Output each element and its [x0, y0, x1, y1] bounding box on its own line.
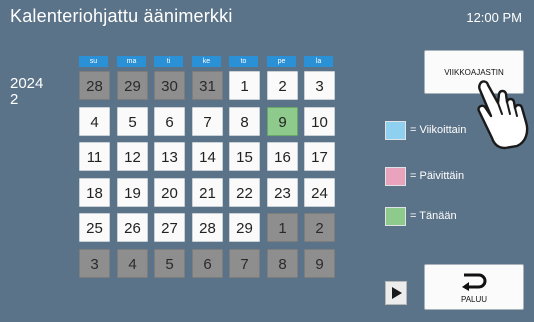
calendar-day[interactable]: 4: [79, 107, 110, 136]
calendar-day[interactable]: 6: [154, 107, 185, 136]
calendar-day[interactable]: 1: [229, 71, 260, 100]
calendar-day-other-month[interactable]: 29: [117, 71, 148, 100]
calendar-day[interactable]: 7: [192, 107, 223, 136]
calendar-day[interactable]: 19: [117, 178, 148, 207]
next-month-button[interactable]: [385, 281, 407, 305]
page-title: Kalenteriohjattu äänimerkki: [10, 6, 233, 26]
calendar-day-other-month[interactable]: 4: [117, 249, 148, 278]
calendar-day-other-month[interactable]: 9: [304, 249, 335, 278]
calendar-day-other-month[interactable]: 31: [192, 71, 223, 100]
calendar-day[interactable]: 20: [154, 178, 185, 207]
weekday-label: ti: [154, 56, 183, 67]
calendar-day-other-month[interactable]: 30: [154, 71, 185, 100]
calendar-day[interactable]: 27: [154, 213, 185, 242]
weekday-label: su: [79, 56, 108, 67]
calendar-day[interactable]: 5: [117, 107, 148, 136]
calendar-day[interactable]: 25: [79, 213, 110, 242]
hand-pointer-icon: [477, 80, 529, 150]
calendar-day[interactable]: 18: [79, 178, 110, 207]
clock: 12:00 PM: [466, 10, 522, 25]
calendar-day-other-month[interactable]: 7: [229, 249, 260, 278]
calendar-day[interactable]: 2: [267, 71, 298, 100]
legend-weekly-swatch: [385, 121, 406, 140]
calendar-day[interactable]: 10: [304, 107, 335, 136]
weekday-label: to: [229, 56, 258, 67]
legend-daily-label: = Päivittäin: [410, 170, 465, 182]
calendar-day[interactable]: 12: [117, 142, 148, 171]
return-arrow-icon: [462, 273, 487, 291]
weekday-label: ke: [192, 56, 221, 67]
calendar-day-other-month[interactable]: 1: [267, 213, 298, 242]
calendar-day[interactable]: 29: [229, 213, 260, 242]
calendar-day-other-month[interactable]: 2: [304, 213, 335, 242]
legend-daily-swatch: [385, 167, 406, 186]
weekday-label: la: [304, 56, 333, 67]
legend-weekly-label: = Viikoittain: [410, 124, 467, 136]
calendar-day[interactable]: 22: [229, 178, 260, 207]
calendar-day[interactable]: 3: [304, 71, 335, 100]
legend-today-label: = Tänään: [410, 210, 457, 222]
calendar-day[interactable]: 11: [79, 142, 110, 171]
calendar-day[interactable]: 21: [192, 178, 223, 207]
back-button[interactable]: PALUU: [424, 264, 524, 310]
calendar-year: 2024: [10, 75, 44, 92]
calendar-month: 2: [10, 91, 19, 108]
calendar-day-other-month[interactable]: 6: [192, 249, 223, 278]
screen: Kalenteriohjattu äänimerkki 12:00 PM 202…: [0, 0, 534, 322]
calendar-day-today[interactable]: 9: [267, 107, 298, 136]
calendar-day-other-month[interactable]: 28: [79, 71, 110, 100]
calendar-day[interactable]: 17: [304, 142, 335, 171]
legend-today-swatch: [385, 207, 406, 226]
weekday-label: pe: [267, 56, 296, 67]
calendar-day[interactable]: 23: [267, 178, 298, 207]
calendar-day[interactable]: 26: [117, 213, 148, 242]
calendar-day-other-month[interactable]: 5: [154, 249, 185, 278]
calendar-day[interactable]: 16: [267, 142, 298, 171]
calendar-day-other-month[interactable]: 3: [79, 249, 110, 278]
calendar-day[interactable]: 13: [154, 142, 185, 171]
calendar-day[interactable]: 15: [229, 142, 260, 171]
calendar-day[interactable]: 24: [304, 178, 335, 207]
calendar-day-other-month[interactable]: 8: [267, 249, 298, 278]
calendar-day[interactable]: 14: [192, 142, 223, 171]
calendar-day[interactable]: 8: [229, 107, 260, 136]
calendar-day[interactable]: 28: [192, 213, 223, 242]
weekday-label: ma: [117, 56, 146, 67]
play-triangle-icon: [392, 287, 402, 299]
back-button-label: PALUU: [460, 295, 488, 304]
